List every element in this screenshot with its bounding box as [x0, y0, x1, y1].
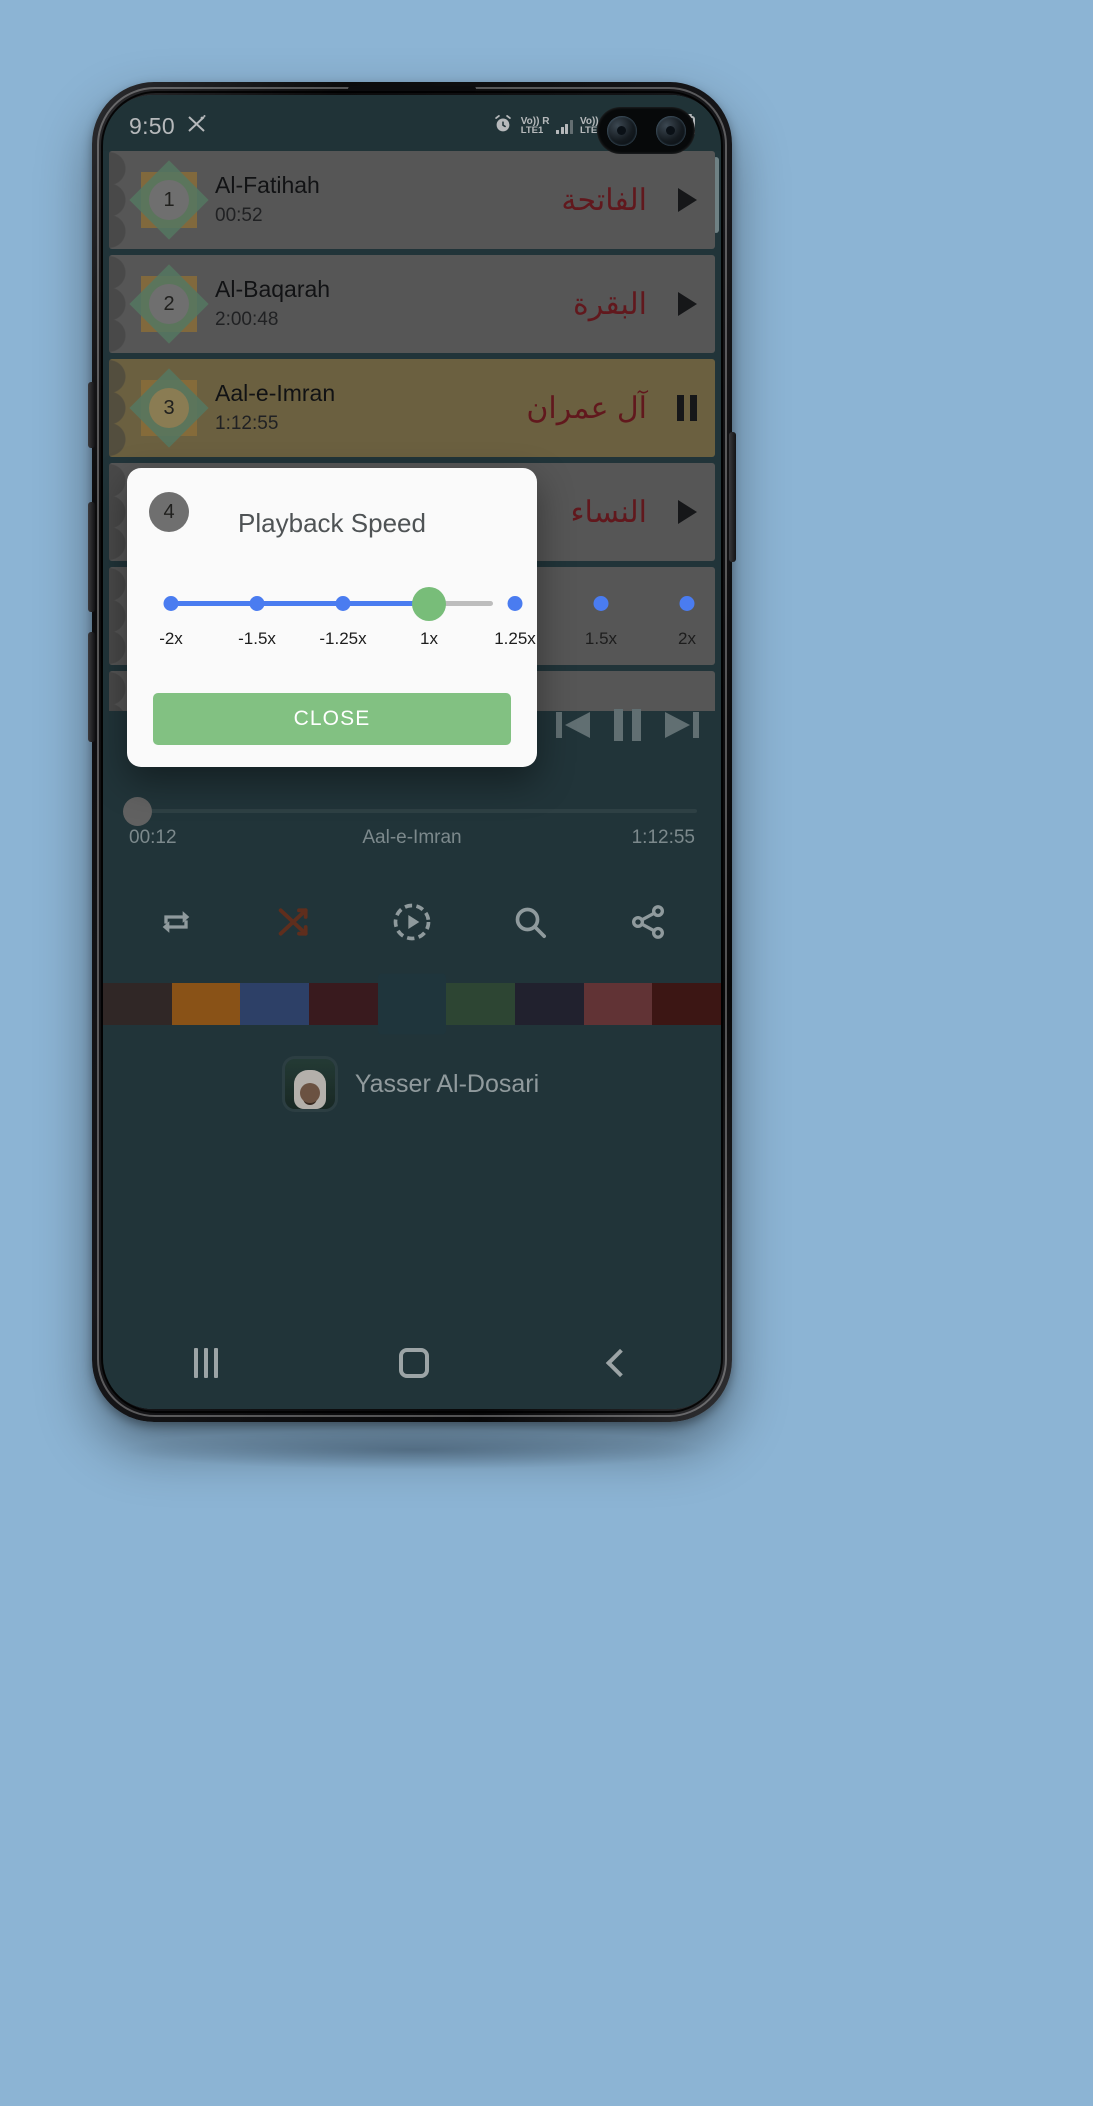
slider-tick[interactable]	[249, 596, 265, 611]
close-button[interactable]: CLOSE	[153, 693, 511, 745]
slider-track-active	[171, 601, 429, 606]
slider-tick-label: -1.5x	[238, 629, 276, 648]
slider-tick-label: 1x	[420, 629, 438, 648]
front-camera-lens	[606, 115, 637, 146]
phone-screen: 9:50 Vo)) R LTE1 Vo)) LTE2 1 Al-Fatihah …	[103, 95, 721, 1409]
theme-swatch-selected[interactable]	[377, 973, 447, 1035]
slider-tick-label: 1.25x	[494, 629, 536, 648]
slider-tick-label: 2x	[678, 629, 696, 648]
slider-tick-label: 1.5x	[584, 629, 618, 648]
volume-down-button[interactable]	[88, 632, 95, 742]
front-camera-lens-secondary	[655, 115, 686, 146]
slider-tick[interactable]	[335, 596, 351, 611]
playback-speed-slider[interactable]: -2x -1.5x -1.25x 1x 1.25x 1.5x 2x	[127, 545, 696, 663]
dialog-title: Playback Speed	[238, 508, 426, 538]
power-button[interactable]	[729, 432, 736, 562]
slider-tick-label: -2x	[159, 629, 183, 648]
surah-number: 1	[149, 180, 189, 220]
phone-frame: 9:50 Vo)) R LTE1 Vo)) LTE2 1 Al-Fatihah …	[88, 82, 736, 1422]
slider-tick[interactable]	[593, 596, 609, 611]
camera-cutout	[597, 107, 695, 154]
surah-number: 4	[149, 492, 189, 532]
slider-tick[interactable]	[163, 596, 179, 611]
bixby-button[interactable]	[88, 382, 95, 448]
slider-tick-label: -1.25x	[319, 629, 367, 648]
slider-thumb[interactable]	[412, 587, 446, 621]
earpiece-speaker	[348, 86, 476, 92]
volume-up-button[interactable]	[88, 502, 95, 612]
surah-number: 3	[149, 388, 189, 428]
slider-tick[interactable]	[679, 596, 695, 611]
surah-number: 2	[149, 284, 189, 324]
phone-desk-shadow	[120, 1430, 710, 1470]
slider-tick[interactable]	[507, 596, 523, 611]
